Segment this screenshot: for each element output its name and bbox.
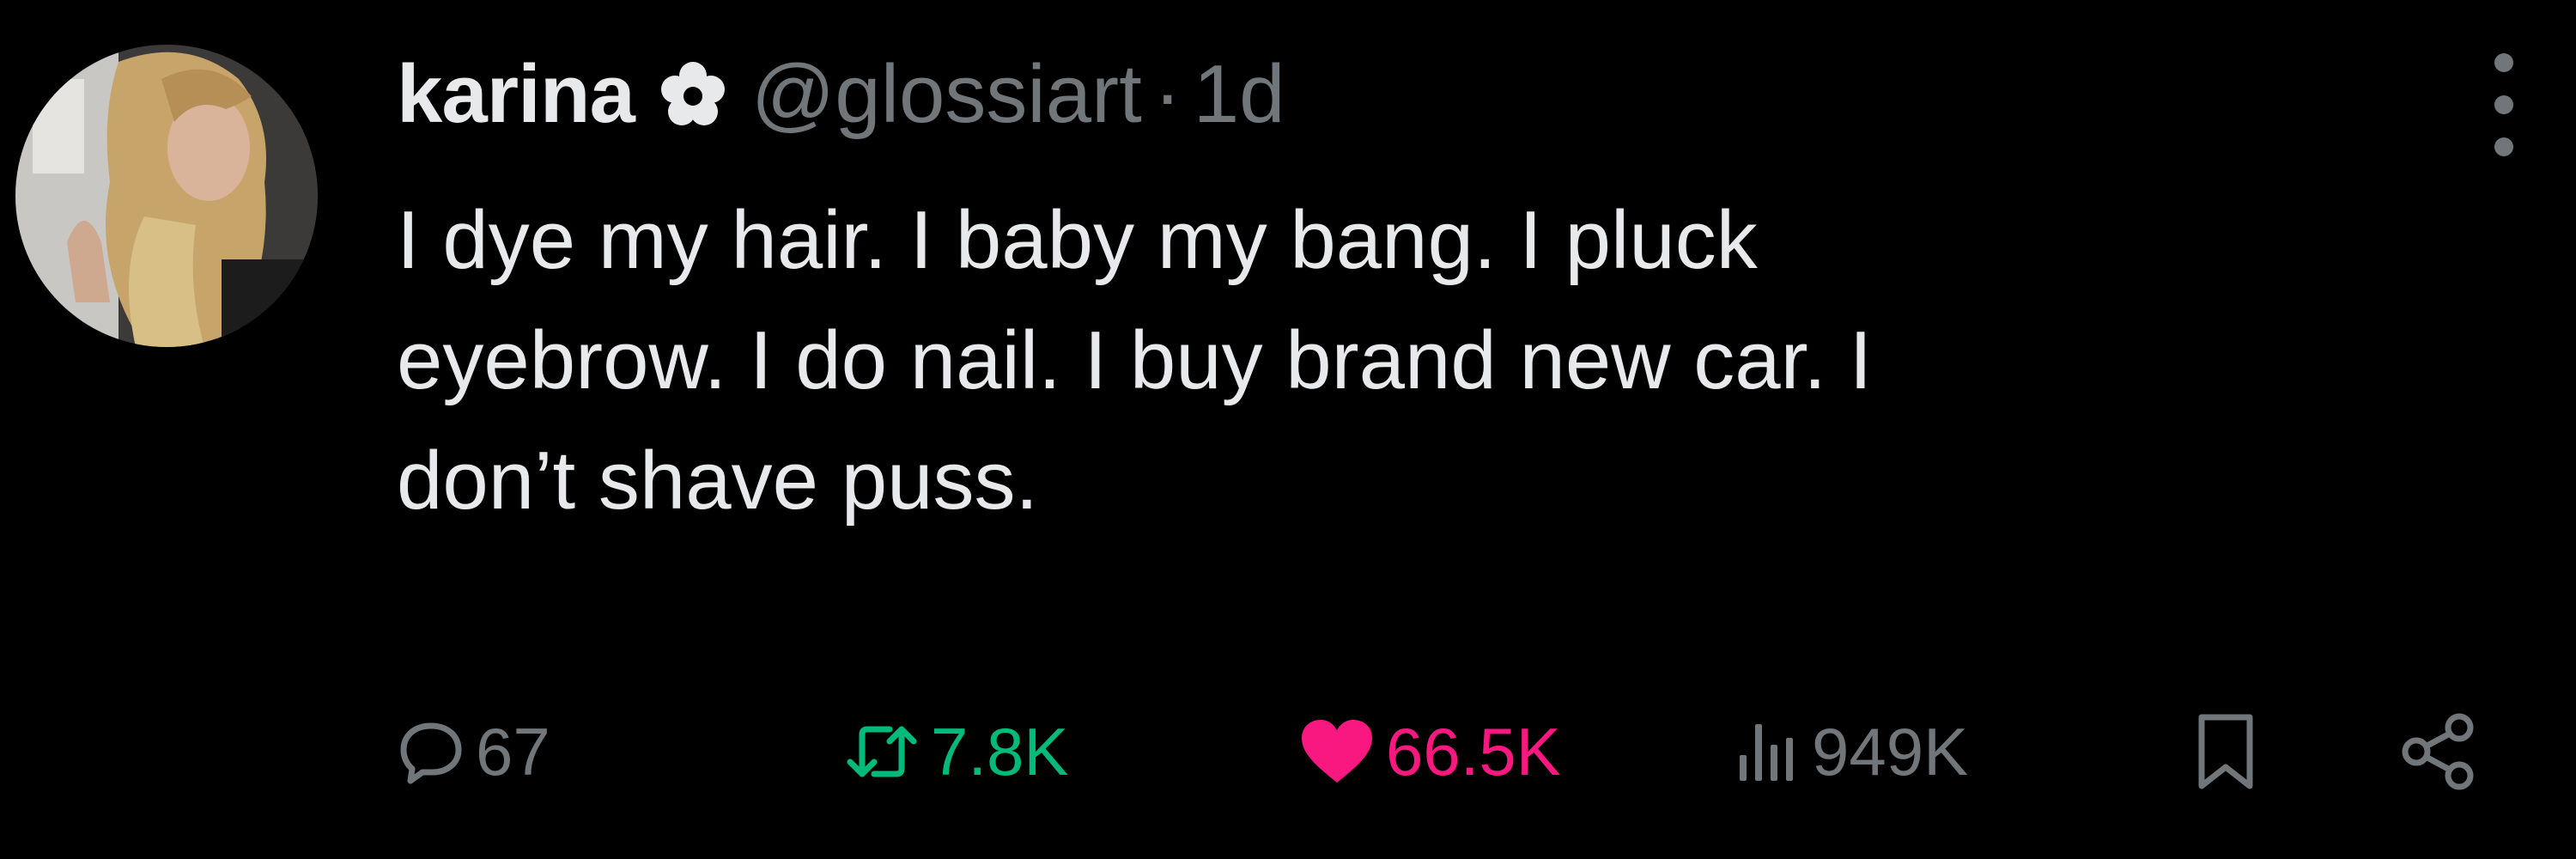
reply-button[interactable]: 67 [397,696,550,807]
tweet-text: I dye my hair. I baby my bang. I pluck e… [397,180,2492,541]
views-button[interactable]: 949K [1736,696,1968,807]
tweet-text-line: I dye my hair. I baby my bang. I pluck [397,194,1758,286]
repost-arrows-icon [847,726,917,777]
flower-icon [657,58,729,131]
handle[interactable]: @glossiart [751,47,1142,142]
speech-bubble-icon [400,722,462,784]
tweet[interactable]: karina @glossiart · 1d I dye my hair. I … [0,0,2576,859]
tweet-text-line: don’t shave puss. [397,435,1039,527]
avatar-photo [15,45,318,347]
bookmark-icon [2198,714,2253,789]
like-count: 66.5K [1386,713,1561,789]
bookmark-button[interactable] [2191,696,2260,807]
share-button[interactable] [2397,696,2480,807]
tweet-text-line: eyebrow. I do nail. I buy brand new car.… [397,314,1873,406]
share-icon [2402,713,2474,790]
heart-icon [1302,720,1372,783]
avatar[interactable] [15,45,318,347]
repost-button[interactable]: 7.8K [843,696,1068,807]
tweet-header: karina @glossiart · 1d [397,34,1285,155]
bar-chart-icon [1740,724,1793,781]
view-count: 949K [1812,713,1969,789]
action-bar: 67 7.8K 66.5K 949K [397,696,2543,807]
like-button[interactable]: 66.5K [1298,696,1561,807]
timestamp[interactable]: 1d [1194,47,1285,142]
separator-dot: · [1153,48,1182,140]
repost-count: 7.8K [931,713,1069,789]
more-vertical-icon[interactable] [2478,53,2530,156]
display-name[interactable]: karina [397,47,635,142]
reply-count: 67 [476,713,550,789]
